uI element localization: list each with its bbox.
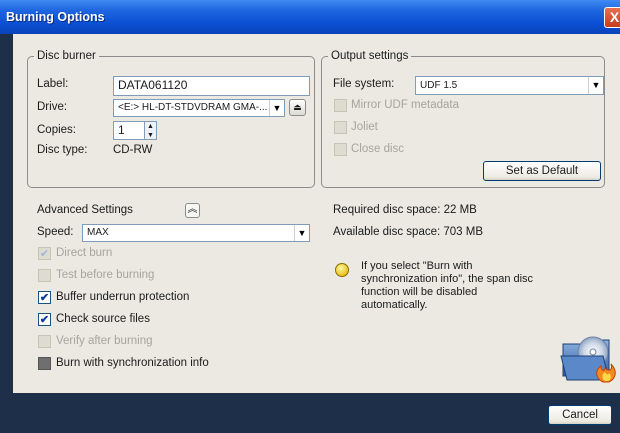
eject-icon: ⏏ (293, 102, 302, 112)
speed-caption: Speed: (37, 226, 74, 238)
copies-caption: Copies: (37, 124, 76, 136)
file-system-value: UDF 1.5 (420, 80, 458, 91)
joliet-label: Joliet (351, 121, 378, 133)
disc-type-caption: Disc type: (37, 144, 88, 156)
chevron-down-icon: ▼ (294, 225, 309, 241)
burning-options-window: Burning Options X Disc burner Label: DAT… (0, 0, 620, 433)
test-before-checkbox[interactable] (38, 269, 51, 282)
disc-burner-legend: Disc burner (37, 50, 96, 62)
copies-input[interactable]: 1 (113, 121, 145, 140)
speed-value: MAX (87, 227, 109, 238)
output-settings-legend: Output settings (331, 50, 409, 62)
mirror-udf-label: Mirror UDF metadata (351, 99, 459, 111)
speed-select[interactable]: MAX ▼ (82, 224, 310, 242)
label-input[interactable]: DATA061120 (113, 76, 310, 96)
test-before-label: Test before burning (56, 269, 155, 281)
disc-burner-group: Disc burner (27, 50, 315, 188)
direct-burn-checkbox[interactable]: ✔ (38, 247, 51, 260)
drive-caption: Drive: (37, 101, 68, 113)
label-caption: Label: (37, 78, 69, 90)
verify-after-label: Verify after burning (56, 335, 153, 347)
dialog-content: Disc burner Label: DATA061120 Drive: <E:… (13, 34, 620, 393)
mirror-udf-checkbox[interactable] (334, 99, 347, 112)
file-system-caption: File system: (333, 78, 395, 90)
title-bar: Burning Options X (0, 0, 620, 34)
buffer-underrun-label: Buffer underrun protection (56, 291, 190, 303)
arrow-up-icon[interactable]: ▲ (145, 122, 156, 131)
close-button[interactable]: X (604, 7, 620, 28)
set-default-button[interactable]: Set as Default (483, 161, 601, 181)
eject-button[interactable]: ⏏ (289, 99, 306, 116)
burn-sync-label: Burn with synchronization info (56, 357, 209, 369)
cancel-button[interactable]: Cancel (548, 405, 612, 425)
burn-sync-checkbox[interactable] (38, 357, 51, 370)
chevron-down-icon: ▼ (269, 100, 284, 116)
check-source-checkbox[interactable]: ✔ (38, 313, 51, 326)
close-disc-label: Close disc (351, 143, 405, 155)
drive-select[interactable]: <E:> HL-DT-STDVDRAM GMA-... ▼ (113, 99, 285, 117)
drive-select-value: <E:> HL-DT-STDVDRAM GMA-... (118, 102, 268, 113)
lightbulb-icon (335, 263, 349, 277)
file-system-select[interactable]: UDF 1.5 ▼ (415, 76, 604, 95)
joliet-checkbox[interactable] (334, 121, 347, 134)
buffer-underrun-checkbox[interactable]: ✔ (38, 291, 51, 304)
chevron-down-icon: ▼ (588, 77, 603, 94)
arrow-down-icon[interactable]: ▼ (145, 131, 156, 140)
verify-after-checkbox[interactable] (38, 335, 51, 348)
direct-burn-label: Direct burn (56, 247, 113, 259)
chevron-up-icon: ︽ (187, 204, 198, 215)
required-space-text: Required disc space: 22 MB (333, 204, 477, 216)
collapse-advanced-button[interactable]: ︽ (185, 203, 200, 218)
check-source-label: Check source files (56, 313, 150, 325)
sync-tip-text: If you select "Burn with synchronization… (361, 260, 534, 311)
advanced-settings-title: Advanced Settings (37, 204, 133, 216)
available-space-text: Available disc space: 703 MB (333, 226, 484, 238)
bottom-bar: Cancel (0, 393, 620, 433)
window-title: Burning Options (6, 10, 105, 24)
disc-type-value: CD-RW (113, 144, 153, 156)
close-disc-checkbox[interactable] (334, 143, 347, 156)
copies-stepper[interactable]: ▲ ▼ (144, 121, 157, 140)
burn-folder-icon (560, 336, 616, 383)
